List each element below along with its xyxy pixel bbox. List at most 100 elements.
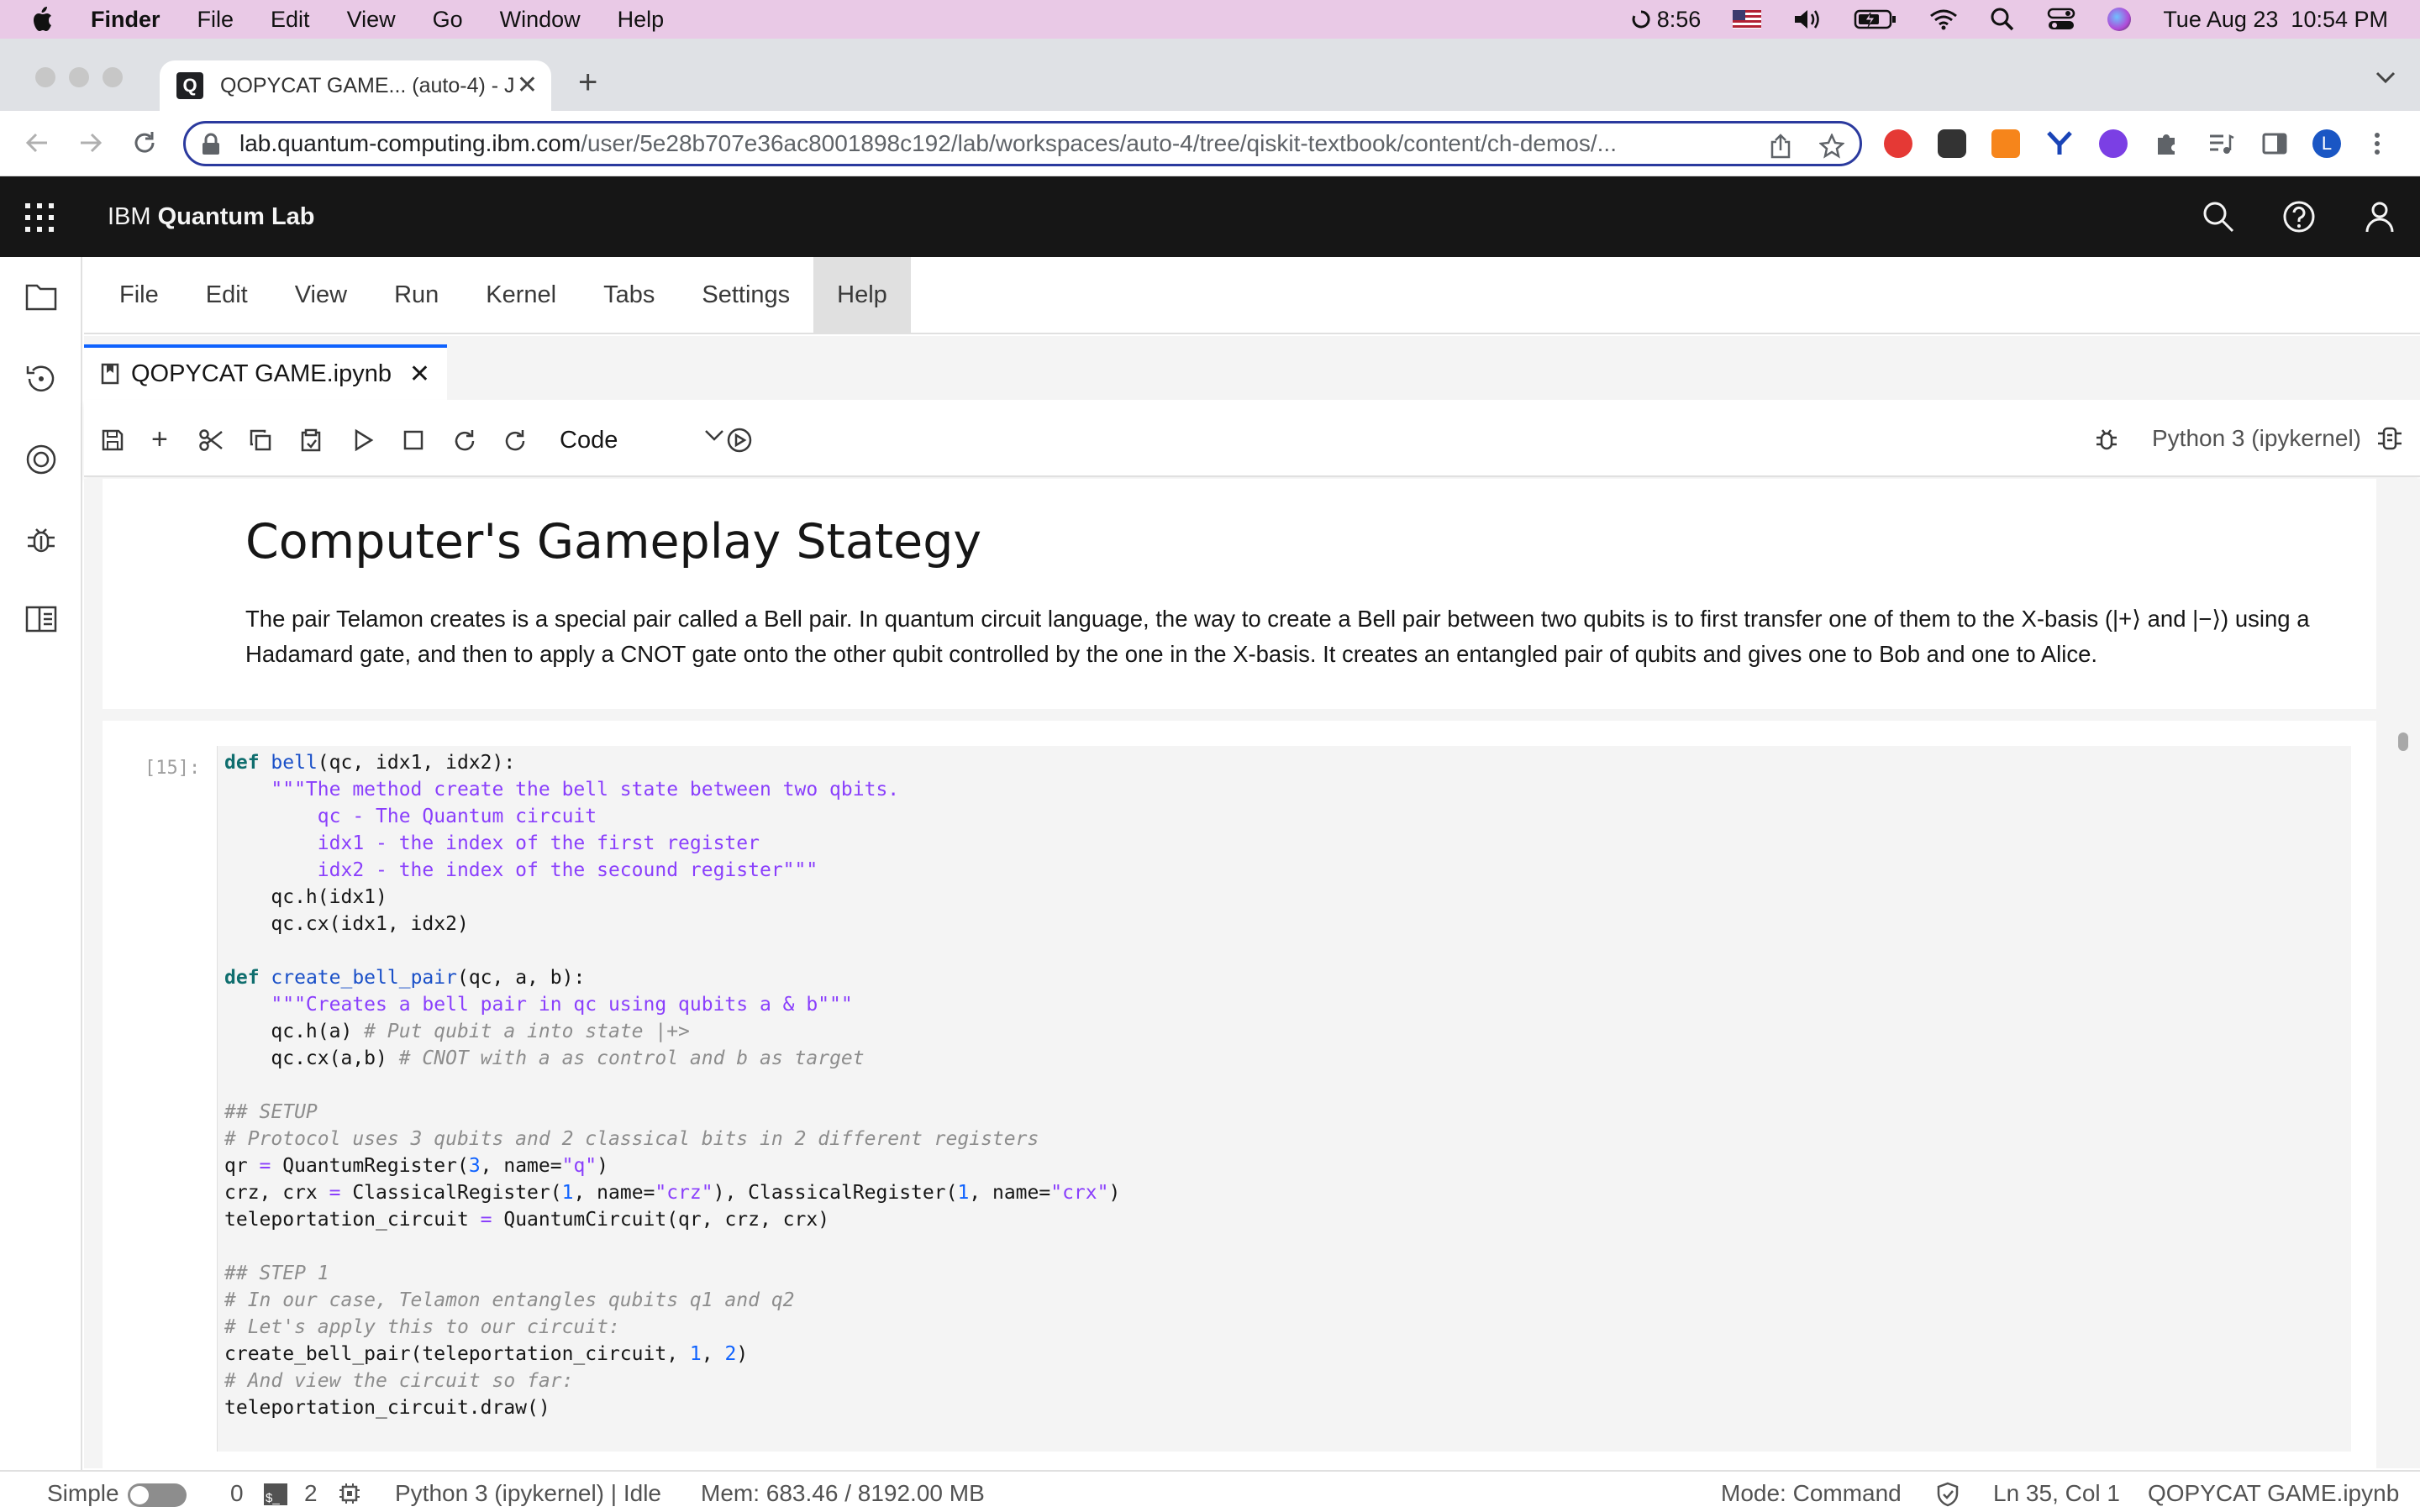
bug-icon[interactable] [2094,427,2119,452]
app-switcher-icon[interactable] [25,203,54,232]
markdown-cell[interactable]: Computer's Gameplay Stategy The pair Tel… [103,479,2376,709]
user-icon[interactable] [2363,200,2396,234]
purple-extension-icon[interactable] [2099,129,2128,158]
site-info-icon[interactable] [201,133,221,156]
view-menu[interactable]: View [347,7,396,33]
search-icon[interactable] [2202,200,2235,234]
kernel-chip-icon[interactable] [338,1482,361,1505]
back-arrow-icon[interactable] [24,129,50,156]
browser-tab[interactable]: Q QOPYCAT GAME... (auto-4) - J ✕ [160,60,551,111]
code-lines: def bell(qc, idx1, idx2): """The method … [224,749,1120,1421]
apple-icon[interactable] [32,7,54,32]
side-panel-icon[interactable] [2260,129,2289,158]
profile-avatar[interactable]: L [2312,129,2341,158]
insert-cell-icon[interactable]: + [151,423,168,456]
tab-search-chevron-icon[interactable] [2375,71,2396,84]
kernel-status-text[interactable]: Python 3 (ipykernel) | Idle [395,1480,661,1507]
close-tab-icon[interactable]: ✕ [517,71,538,100]
kernel-name[interactable]: Python 3 (ipykernel) [2152,425,2361,452]
help-icon[interactable] [2282,200,2316,234]
restart-run-all-icon[interactable] [502,428,528,454]
terminal-icon[interactable]: $_ [264,1483,287,1505]
stop-circle-icon[interactable] [25,444,57,475]
lab-menu-tabs[interactable]: Tabs [580,257,678,333]
lab-menu-help[interactable]: Help [813,257,911,333]
share-icon[interactable] [1769,134,1792,159]
wifi-icon[interactable] [1929,8,1958,30]
brand-name: Quantum Lab [157,203,315,230]
window-zoom-button[interactable] [103,67,123,87]
table-of-contents-icon[interactable] [25,605,57,633]
code-line: # In our case, Telamon entangles qubits … [224,1289,795,1311]
control-center-icon[interactable] [2047,8,2075,31]
lab-menu-edit[interactable]: Edit [182,257,271,333]
media-controls-icon[interactable] [2207,129,2235,158]
extensions-puzzle-icon[interactable] [2153,129,2181,158]
lab-menu-view[interactable]: View [271,257,371,333]
notebook-scrollbar[interactable] [2398,732,2408,751]
new-tab-button[interactable]: + [578,64,597,102]
simple-mode-toggle[interactable] [128,1483,187,1507]
address-bar[interactable]: lab.quantum-computing.ibm.com/user/5e28b… [183,121,1862,166]
window-minimize-button[interactable] [69,67,89,87]
go-menu[interactable]: Go [433,7,463,33]
kernel-status-icon[interactable] [2376,425,2403,452]
url-host: lab.quantum-computing.ibm.com [239,130,581,156]
window-close-button[interactable] [35,67,55,87]
cell-type-dropdown[interactable]: Code [560,423,724,457]
run-all-circle-icon[interactable] [726,427,753,454]
cursor-position[interactable]: Ln 35, Col 1 [1993,1480,2120,1507]
password-extension-icon[interactable] [1938,129,1966,158]
kernel-count[interactable]: 2 [304,1480,318,1507]
browser-menu-icon[interactable] [2371,129,2383,158]
terminal-count[interactable]: 0 [230,1480,244,1507]
code-line: ## SETUP [224,1101,318,1123]
restart-kernel-icon[interactable] [452,428,477,454]
forward-arrow-icon[interactable] [77,129,104,156]
lab-menu-kernel[interactable]: Kernel [462,257,580,333]
debugger-icon[interactable] [25,524,57,556]
notebook-tab-icon [101,363,119,385]
code-line: qc.cx(a,b) # CNOT with a as control and … [224,1047,865,1069]
code-line: teleportation_circuit.draw() [224,1397,550,1419]
siri-icon[interactable] [2107,8,2132,31]
paste-icon[interactable] [299,428,323,452]
metamask-extension-icon[interactable] [1991,129,2020,158]
volume-icon[interactable] [1793,8,1822,31]
interrupt-stop-icon[interactable] [402,428,425,452]
file-menu[interactable]: File [197,7,234,33]
code-editor[interactable]: def bell(qc, idx1, idx2): """The method … [217,746,2351,1452]
lab-menu-run[interactable]: Run [371,257,462,333]
notebook-tab[interactable]: QOPYCAT GAME.ipynb ✕ [84,344,447,400]
battery-icon[interactable] [1854,8,1897,30]
menubar-datetime[interactable]: Tue Aug 23 10:54 PM [2163,7,2388,33]
spotlight-search-icon[interactable] [1990,7,2015,32]
timer-status[interactable]: 8:56 [1632,7,1701,33]
window-menu[interactable]: Window [500,7,581,33]
edit-menu[interactable]: Edit [271,7,310,33]
bookmark-star-icon[interactable] [1819,134,1844,159]
code-line: idx2 - the index of the secound register… [224,859,818,881]
save-icon[interactable] [101,428,124,452]
run-icon[interactable] [351,428,375,452]
app-brand[interactable]: IBM Quantum Lab [108,203,315,231]
finder-menu[interactable]: Finder [91,7,160,33]
help-menu[interactable]: Help [618,7,665,33]
file-browser-icon[interactable] [25,282,57,311]
adblock-extension-icon[interactable] [1884,129,1912,158]
code-line: def bell(qc, idx1, idx2): [224,752,516,774]
running-sessions-icon[interactable] [25,363,57,395]
lab-menu-file[interactable]: File [96,257,182,333]
yoroi-extension-icon[interactable] [2045,129,2074,158]
copy-icon[interactable] [249,428,272,452]
us-flag-icon[interactable] [1733,10,1762,29]
trusted-shield-icon[interactable] [1936,1482,1960,1507]
code-line: qc.h(a) # Put qubit a into state |+> [224,1021,690,1042]
code-cell[interactable]: [15]: def bell(qc, idx1, idx2): """The m… [103,721,2376,1468]
lab-menu-settings[interactable]: Settings [678,257,813,333]
cut-icon[interactable] [198,428,224,452]
reload-icon[interactable] [131,129,158,156]
code-line: """Creates a bell pair in qc using qubit… [224,994,853,1016]
editor-mode[interactable]: Mode: Command [1721,1480,1902,1507]
close-notebook-tab-icon[interactable]: ✕ [409,360,430,389]
